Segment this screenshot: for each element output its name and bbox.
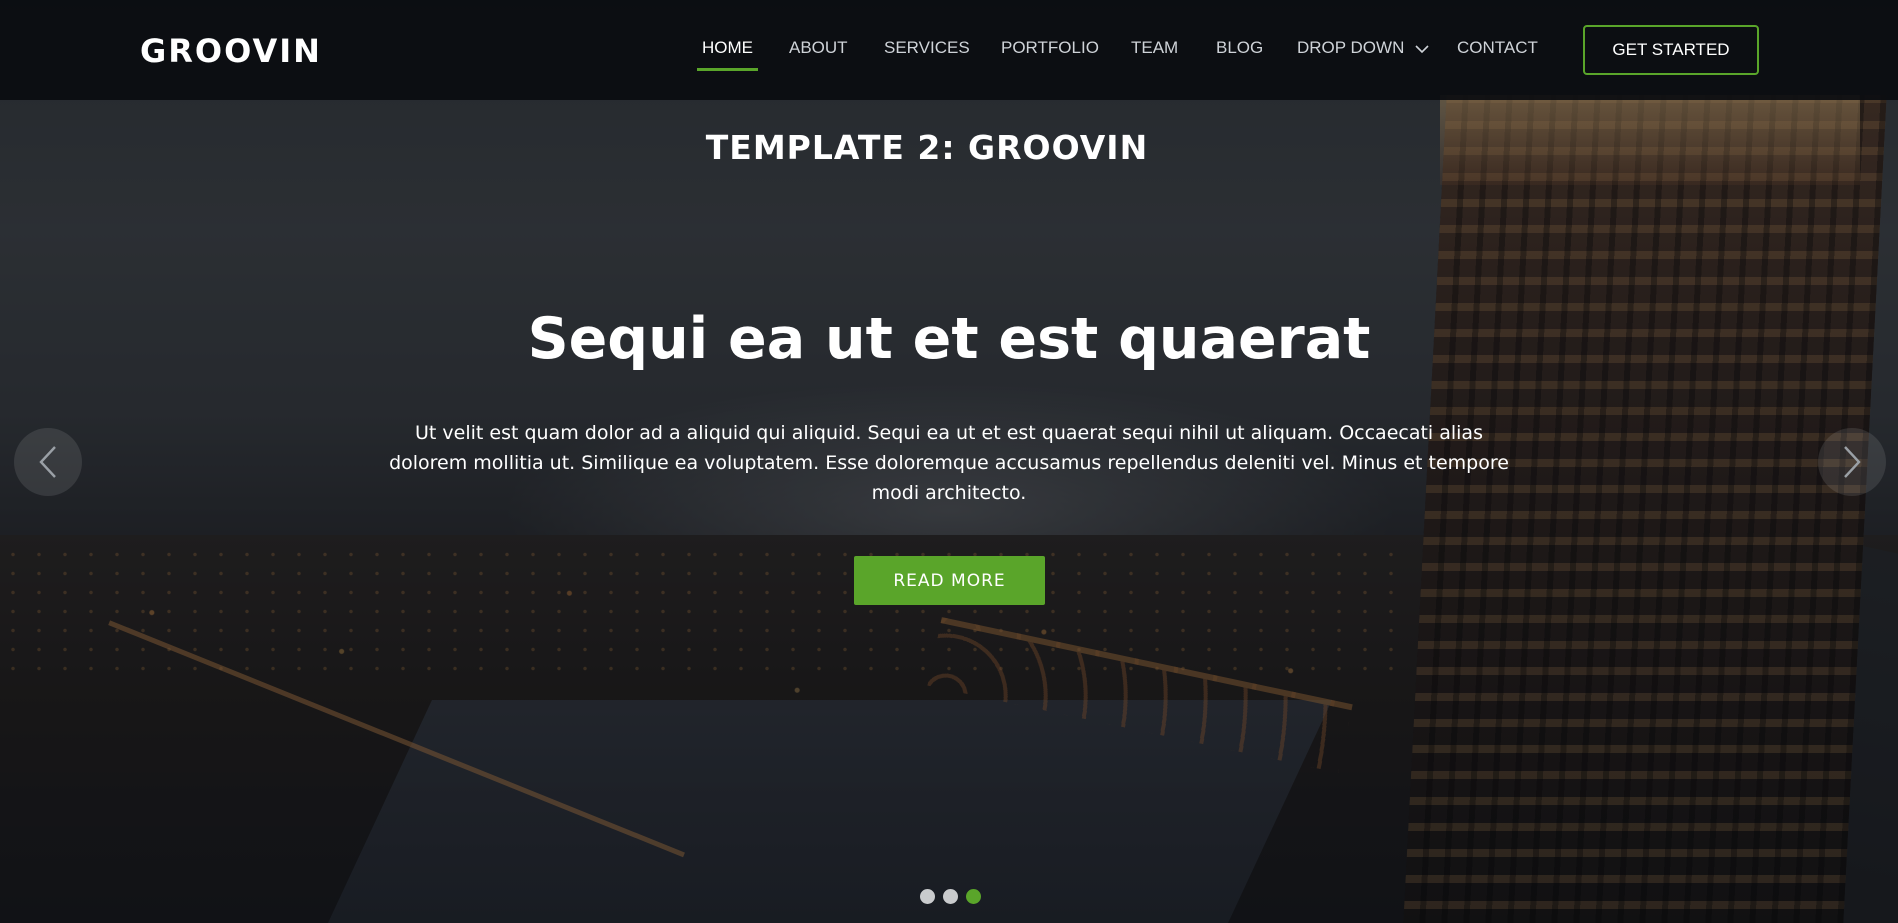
- nav-item-label: SERVICES: [884, 38, 970, 57]
- carousel-indicators: [920, 889, 981, 904]
- nav-item-services[interactable]: SERVICES: [884, 38, 970, 58]
- brand-logo[interactable]: GROOVIN: [140, 32, 322, 70]
- nav-item-label: TEAM: [1131, 38, 1179, 57]
- carousel-prev-button[interactable]: [14, 428, 82, 496]
- active-underline: [697, 68, 758, 71]
- site-header: GROOVIN HOME ABOUT SERVICES PORTFOLIO TE…: [0, 0, 1898, 100]
- get-started-button[interactable]: GET STARTED: [1583, 25, 1759, 75]
- carousel-next-button[interactable]: [1818, 428, 1886, 496]
- nav-item-label: DROP DOWN: [1297, 38, 1405, 57]
- nav-item-team[interactable]: TEAM: [1131, 38, 1178, 58]
- template-title: TEMPLATE 2: GROOVIN: [705, 128, 1149, 167]
- nav-item-label: ABOUT: [789, 38, 848, 57]
- read-more-button[interactable]: READ MORE: [854, 556, 1045, 605]
- carousel-dot-3[interactable]: [966, 889, 981, 904]
- carousel-dot-1[interactable]: [920, 889, 935, 904]
- nav-item-about[interactable]: ABOUT: [789, 38, 848, 58]
- nav-item-home[interactable]: HOME: [697, 38, 758, 71]
- nav-item-label: PORTFOLIO: [1001, 38, 1099, 57]
- chevron-down-icon: [1415, 44, 1429, 53]
- hero-description: Ut velit est quam dolor ad a aliquid qui…: [389, 422, 1509, 504]
- chevron-left-icon: [39, 446, 56, 478]
- hero-headline: Sequi ea ut et est quaerat: [527, 306, 1371, 372]
- nav-item-drop-down[interactable]: DROP DOWN: [1297, 38, 1429, 58]
- nav-item-label: HOME: [702, 38, 753, 57]
- nav-item-portfolio[interactable]: PORTFOLIO: [1001, 38, 1099, 58]
- nav-item-label: BLOG: [1216, 38, 1264, 57]
- chevron-right-icon: [1844, 446, 1861, 478]
- carousel-dot-2[interactable]: [943, 889, 958, 904]
- nav-item-blog[interactable]: BLOG: [1216, 38, 1263, 58]
- nav-item-label: CONTACT: [1457, 38, 1538, 57]
- nav-item-contact[interactable]: CONTACT: [1457, 38, 1538, 58]
